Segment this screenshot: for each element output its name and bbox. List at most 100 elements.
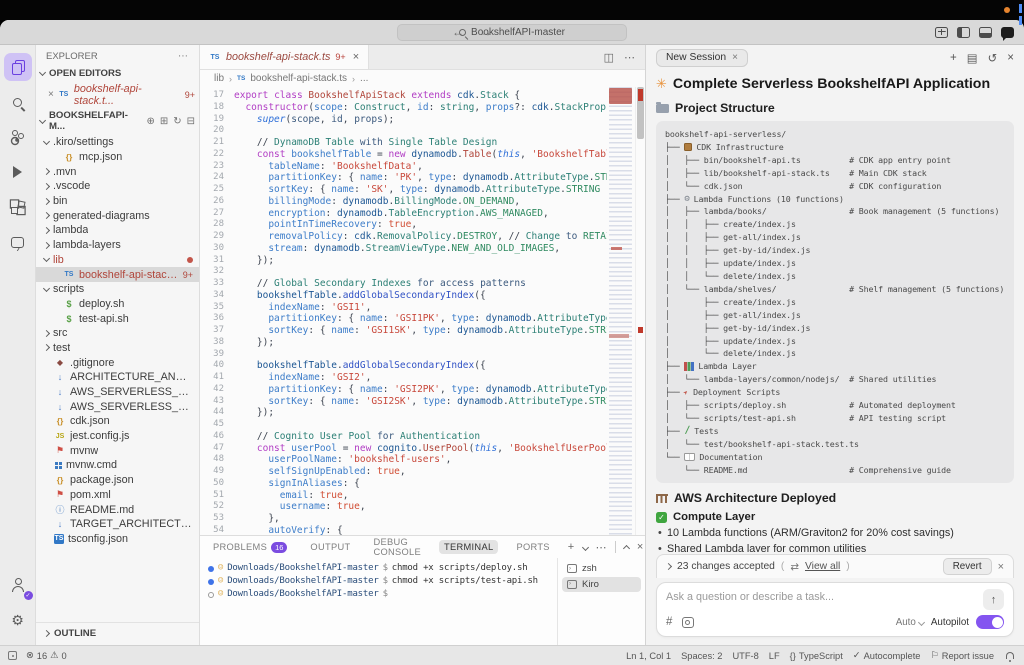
toggle-chat-icon[interactable] — [1001, 27, 1014, 38]
tree-item-cdk.json[interactable]: {}cdk.json — [36, 414, 199, 429]
tree-item-test[interactable]: test — [36, 341, 199, 356]
customize-layout-icon[interactable] — [935, 27, 948, 38]
breadcrumb-item[interactable]: ... — [360, 73, 368, 84]
terminal-output[interactable]: ☺Downloads/BookshelfAPI-master $ chmod +… — [200, 558, 557, 645]
activity-extensions-button[interactable] — [4, 193, 32, 221]
tree-item-bin[interactable]: bin — [36, 194, 199, 209]
close-tab-icon[interactable]: × — [353, 51, 359, 63]
command-center-search[interactable]: BookshelfAPI-master — [397, 24, 627, 41]
activity-source-control-button[interactable] — [4, 123, 32, 151]
code-editor[interactable]: 1718192021222324252627282930313233343536… — [200, 87, 645, 535]
panel-tab-terminal[interactable]: TERMINAL — [439, 540, 498, 554]
activity-debug-button[interactable] — [4, 158, 32, 186]
tree-item-AWS_SERVERLESS_ACCURATE_...[interactable]: ↓AWS_SERVERLESS_ACCURATE_... — [36, 385, 199, 400]
status-item-ln-1-col-1[interactable]: Ln 1, Col 1 — [626, 651, 671, 661]
open-editors-header[interactable]: OPEN EDITORS — [36, 66, 199, 81]
terminal-instance-Kiro[interactable]: ›Kiro — [562, 577, 641, 593]
activity-chat-button[interactable] — [4, 228, 32, 256]
minimap[interactable] — [607, 87, 635, 535]
context-hash-icon[interactable]: # — [666, 616, 672, 628]
tree-item-.mvn[interactable]: .mvn — [36, 164, 199, 179]
attach-image-icon[interactable] — [682, 617, 694, 628]
breadcrumb-item[interactable]: bookshelf-api-stack.ts — [250, 73, 347, 84]
tree-item-.gitignore[interactable]: ◆.gitignore — [36, 355, 199, 370]
changes-accepted-bar[interactable]: 23 changes accepted ( ⇄ View all ) Rever… — [656, 554, 1014, 578]
tree-item-jest.config.js[interactable]: JSjest.config.js — [36, 429, 199, 444]
tree-item-package.json[interactable]: {}package.json — [36, 473, 199, 488]
status-item-utf-8[interactable]: UTF-8 — [732, 651, 758, 661]
history-icon[interactable]: ↺ — [988, 51, 998, 65]
new-file-icon[interactable]: ⊕ — [146, 116, 154, 127]
chat-input-box[interactable]: Ask a question or describe a task... ↑ #… — [656, 582, 1014, 637]
tree-item-.kiro/settings[interactable]: .kiro/settings — [36, 135, 199, 150]
toggle-panel-icon[interactable] — [979, 27, 992, 38]
dismiss-changes-icon[interactable]: × — [998, 561, 1004, 573]
problems-status[interactable]: ⊗ 16 ⚠ 0 — [26, 650, 67, 661]
close-session-icon[interactable]: × — [732, 52, 738, 63]
activity-search-button[interactable] — [4, 88, 32, 116]
task-list-icon[interactable]: ▤ — [967, 51, 978, 65]
status-item-typescript[interactable]: {}TypeScript — [790, 651, 843, 661]
tree-item-.vscode[interactable]: .vscode — [36, 179, 199, 194]
activity-explorer-button[interactable] — [4, 53, 32, 81]
editor-tab[interactable]: TS bookshelf-api-stack.ts 9+ × — [200, 45, 369, 69]
terminal-instance-zsh[interactable]: ›zsh — [562, 561, 641, 577]
close-icon[interactable]: × — [48, 89, 54, 100]
tree-item-generated-diagrams[interactable]: generated-diagrams — [36, 208, 199, 223]
breadcrumb[interactable]: lib›TSbookshelf-api-stack.ts›... — [200, 70, 645, 87]
tree-item-lib[interactable]: lib — [36, 253, 199, 268]
account-button[interactable]: ✓ — [4, 571, 32, 599]
chat-session-tab[interactable]: New Session × — [656, 49, 748, 67]
status-item-spaces-2[interactable]: Spaces: 2 — [681, 651, 722, 661]
new-terminal-icon[interactable]: + — [568, 541, 575, 553]
explorer-more-icon[interactable]: ⋯ — [178, 51, 189, 62]
panel-tab-output[interactable]: OUTPUT — [305, 540, 355, 554]
tree-item-src[interactable]: src — [36, 326, 199, 341]
status-item-lf[interactable]: LF — [769, 651, 780, 661]
close-panel-icon[interactable]: × — [637, 541, 644, 553]
tree-item-mvnw[interactable]: ⚑mvnw — [36, 443, 199, 458]
status-item-autocomplete[interactable]: ✓Autocomplete — [853, 650, 921, 661]
panel-tab-problems[interactable]: PROBLEMS16 — [208, 540, 292, 555]
toggle-sidebar-icon[interactable] — [957, 27, 970, 38]
mode-selector[interactable]: Auto — [896, 617, 924, 628]
panel-tab-ports[interactable]: PORTS — [511, 540, 554, 554]
tree-item-mcp.json[interactable]: {}mcp.json — [36, 150, 199, 165]
terminal-dropdown-icon[interactable] — [581, 543, 588, 550]
send-button[interactable]: ↑ — [983, 589, 1004, 610]
history-forward-button[interactable]: → — [480, 25, 492, 39]
view-all-link[interactable]: View all — [805, 561, 840, 572]
refresh-explorer-icon[interactable]: ↻ — [173, 116, 181, 127]
tree-item-README.md[interactable]: ⓘREADME.md — [36, 502, 199, 517]
collapse-folders-icon[interactable]: ⊟ — [187, 116, 195, 127]
tree-item-lambda-layers[interactable]: lambda-layers — [36, 238, 199, 253]
maximize-panel-icon[interactable] — [623, 545, 630, 552]
new-folder-icon[interactable]: ⊞ — [160, 116, 168, 127]
tree-item-bookshelf-api-stack.ts[interactable]: TSbookshelf-api-stack.ts9+ — [36, 267, 199, 282]
panel-tab-debug-console[interactable]: DEBUG CONSOLE — [368, 535, 426, 559]
settings-button[interactable]: ⚙ — [4, 606, 32, 634]
editor-scrollbar[interactable] — [635, 87, 645, 535]
autopilot-toggle[interactable] — [976, 615, 1004, 629]
bell-icon[interactable] — [1006, 652, 1014, 659]
tree-item-test-api.sh[interactable]: $test-api.sh — [36, 311, 199, 326]
editor-more-icon[interactable]: ⋯ — [624, 51, 635, 64]
open-editor-item[interactable]: × TS bookshelf-api-stack.t... 9+ — [36, 81, 199, 108]
breadcrumb-item[interactable]: lib — [214, 73, 224, 84]
tree-item-pom.xml[interactable]: ⚑pom.xml — [36, 488, 199, 503]
workspace-header[interactable]: BOOKSHELFAPI-M... ⊕ ⊞ ↻ ⊟ — [36, 108, 199, 134]
tree-item-AWS_SERVERLESS_COST_ANAL...[interactable]: ↓AWS_SERVERLESS_COST_ANAL... — [36, 399, 199, 414]
status-tool-icon[interactable] — [8, 651, 17, 660]
new-session-icon[interactable]: + — [950, 52, 957, 64]
tree-item-deploy.sh[interactable]: $deploy.sh — [36, 297, 199, 312]
status-item-report-issue[interactable]: ⚐Report issue — [930, 650, 994, 661]
revert-button[interactable]: Revert — [943, 558, 992, 575]
tree-item-ARCHITECTURE_ANALYSIS.md[interactable]: ↓ARCHITECTURE_ANALYSIS.md — [36, 370, 199, 385]
expand-changes-icon[interactable] — [665, 563, 672, 570]
outline-section-header[interactable]: OUTLINE — [36, 622, 199, 645]
tree-item-lambda[interactable]: lambda — [36, 223, 199, 238]
tree-item-tsconfig.json[interactable]: TStsconfig.json — [36, 532, 199, 547]
tree-item-mvnw.cmd[interactable]: mvnw.cmd — [36, 458, 199, 473]
tree-item-TARGET_ARCHITECTURE_AWS_...[interactable]: ↓TARGET_ARCHITECTURE_AWS_... — [36, 517, 199, 532]
panel-more-icon[interactable]: ⋯ — [596, 541, 607, 554]
